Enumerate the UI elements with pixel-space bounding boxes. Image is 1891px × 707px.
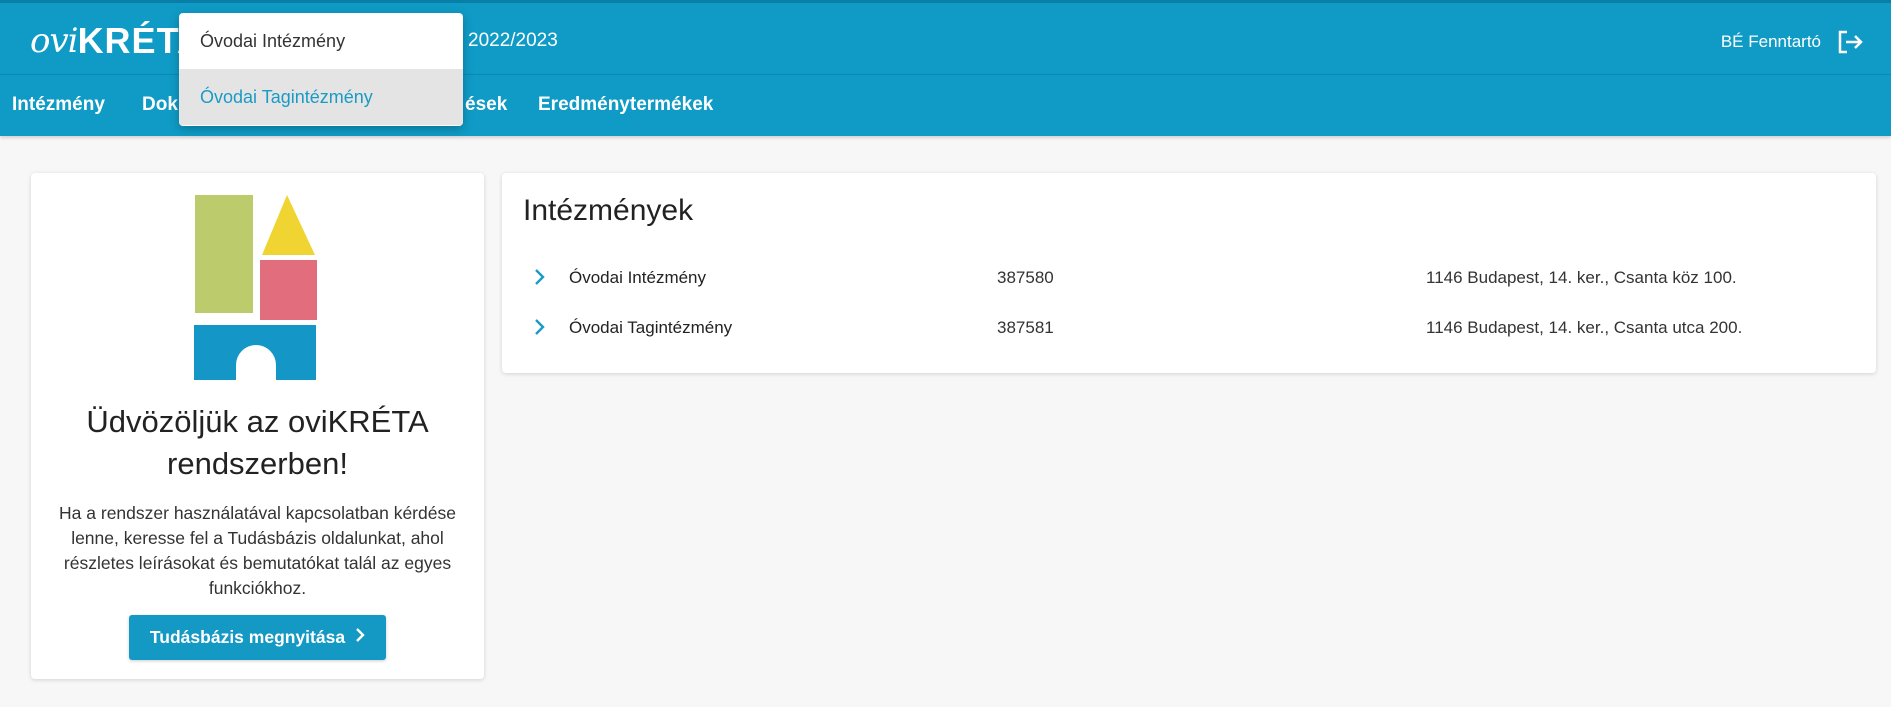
institution-code: 387580 xyxy=(997,268,1054,287)
welcome-title: Üdvözöljük az oviKRÉTA rendszerben! xyxy=(86,404,429,481)
expand-chevron-icon[interactable] xyxy=(532,317,548,337)
institutions-card: Intézmények Óvodai Intézmény 387580 1146… xyxy=(502,173,1876,373)
chevron-right-icon xyxy=(355,627,365,648)
expand-chevron-icon[interactable] xyxy=(532,267,548,287)
welcome-text: Ha a rendszer használatával kapcsolatban… xyxy=(59,503,456,598)
knowledge-base-button[interactable]: Tudásbázis megnyitása xyxy=(129,615,386,660)
institution-address: 1146 Budapest, 14. ker., Csanta utca 200… xyxy=(1426,318,1743,337)
knowledge-base-button-label: Tudásbázis megnyitása xyxy=(149,627,346,647)
school-year[interactable]: 2022/2023 xyxy=(468,30,558,52)
nav-item-dokumentumok[interactable]: Dok xyxy=(142,94,178,116)
building-blocks-illustration xyxy=(194,193,319,380)
dropdown-item-ovodai-tagintezmeny[interactable]: Óvodai Tagintézmény xyxy=(179,69,463,125)
nav-item-intezmeny[interactable]: Intézmény xyxy=(12,94,105,116)
welcome-card: Üdvözöljük az oviKRÉTA rendszerben! Ha a… xyxy=(31,173,484,679)
institution-name: Óvodai Intézmény xyxy=(569,268,707,287)
logo-ovi: ovi xyxy=(30,21,79,61)
logout-icon[interactable] xyxy=(1835,27,1865,57)
institution-name: Óvodai Tagintézmény xyxy=(569,318,733,337)
dropdown-item-ovodai-intezmeny[interactable]: Óvodai Intézmény xyxy=(179,13,463,69)
user-name: BÉ Fenntartó xyxy=(1720,32,1821,51)
institution-dropdown: Óvodai Intézmény Óvodai Tagintézmény xyxy=(179,13,463,126)
institution-address: 1146 Budapest, 14. ker., Csanta köz 100. xyxy=(1426,268,1737,287)
institution-row[interactable]: Óvodai Intézmény 387580 1146 Budapest, 1… xyxy=(502,258,1876,298)
app-logo[interactable]: ovi KRÉTA xyxy=(30,17,203,65)
nav-item-eredmenytermekek[interactable]: Eredménytermékek xyxy=(538,94,713,116)
institution-row[interactable]: Óvodai Tagintézmény 387581 1146 Budapest… xyxy=(502,308,1876,348)
institution-code: 387581 xyxy=(997,318,1054,337)
nav-item-hidden[interactable]: ések xyxy=(465,94,507,116)
institutions-title: Intézmények xyxy=(523,194,694,227)
